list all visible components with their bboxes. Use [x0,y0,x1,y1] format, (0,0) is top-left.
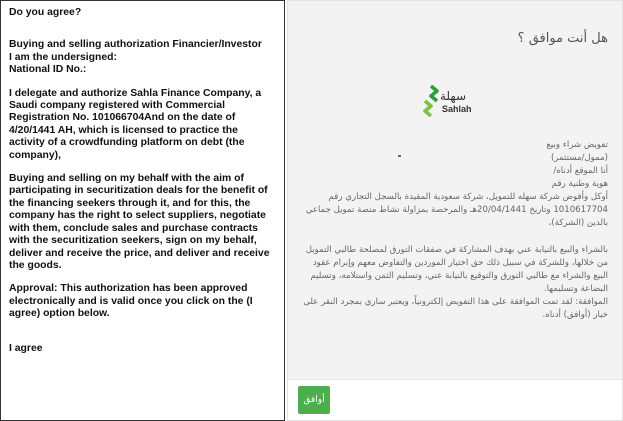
ar-line2: (ممول/مستثمر) [550,153,608,163]
para1-line1: Buying and selling authorization Financi… [9,39,262,51]
para3-en: Buying and selling on my behalf with the… [9,173,270,271]
english-text: Do you agree? Buying and selling authori… [1,1,284,355]
ar-line3: أنا الموقع أدناه/ [553,166,608,176]
ar-line4: هوية وطنية رقم [551,179,608,189]
sahlah-logo-icon [423,85,439,117]
logo-ar-text: سهلة [440,89,466,103]
agree-button[interactable]: أوافق [298,386,330,414]
para1-line3: National ID No.: [9,64,87,76]
para2-en: I delegate and authorize Sahla Finance C… [9,87,262,161]
ar-para4: الموافقة: لقد تمت الموافقة على هذا التفو… [303,297,608,320]
english-panel: Do you agree? Buying and selling authori… [0,0,285,421]
arabic-text: تفويض شراء وبيع (ممول/مستثمر) أنا الموقع… [302,139,608,322]
agree-en: I agree [9,342,43,354]
sahlah-logo: سهلة Sahlah [416,85,486,121]
para1-line2: I am the undersigned: [9,51,117,63]
question-en: Do you agree? [9,7,82,18]
ar-para3: بالشراء والبيع بالنيابة عني بهدف المشارك… [305,245,608,294]
ar-para2: أوكل وأفوض شركة سهله للتمويل، شركة سعودي… [305,192,608,228]
para4-en: Approval: This authorization has been ap… [9,283,253,320]
para1-en: Buying and selling authorization Financi… [9,39,276,76]
ar-line1: تفويض شراء وبيع [546,140,608,150]
logo-en-text: Sahlah [442,104,472,114]
agree-bar: أوافق [288,379,622,420]
question-ar: هل أنت موافق ؟ [517,31,608,46]
arabic-panel: هل أنت موافق ؟ سهلة Sahlah تفويض شراء وب… [287,0,623,421]
